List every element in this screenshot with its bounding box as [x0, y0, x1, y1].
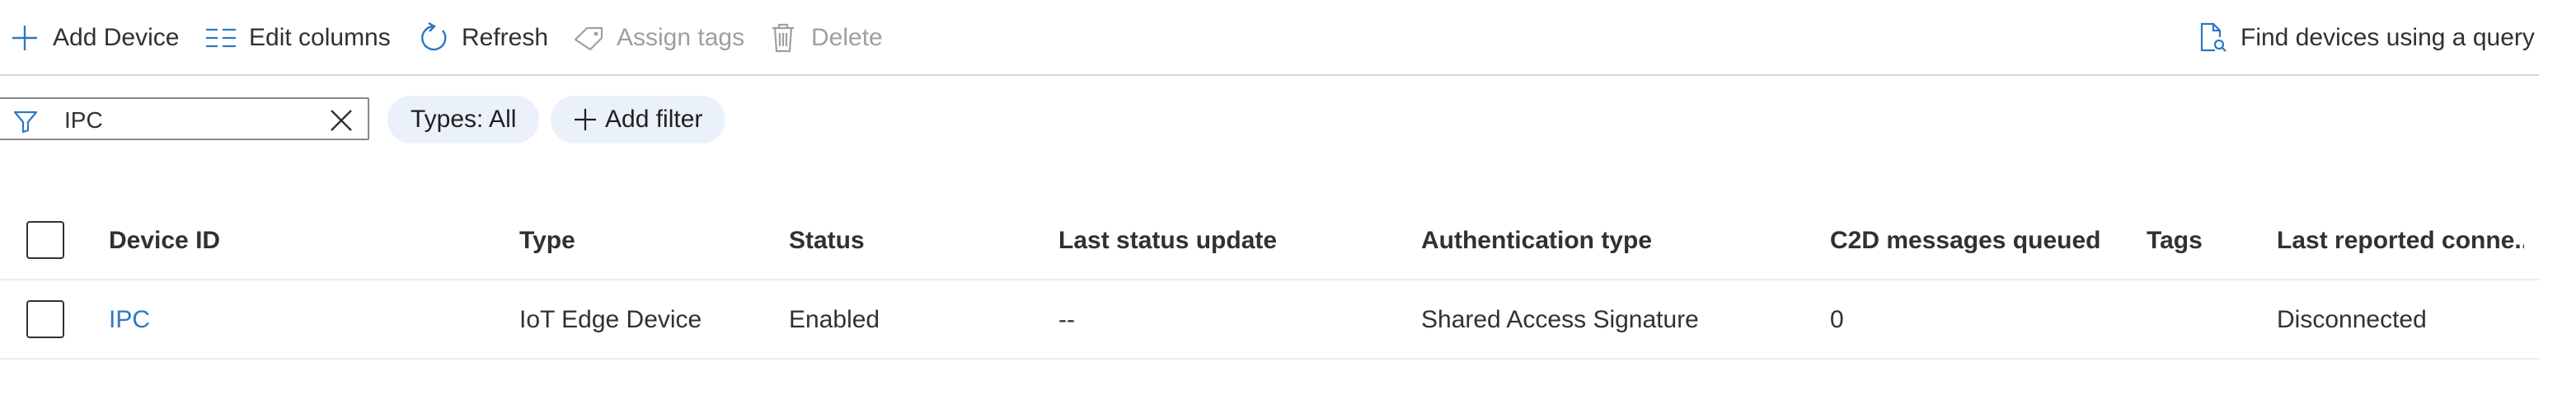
select-all-checkbox[interactable] — [26, 221, 64, 259]
refresh-label: Refresh — [462, 24, 549, 51]
delete-button[interactable]: Delete — [767, 18, 883, 58]
tag-icon — [572, 21, 605, 54]
column-header-device-id[interactable]: Device ID — [109, 201, 220, 280]
find-devices-label: Find devices using a query — [2241, 24, 2535, 51]
last-status-update: -- — [1058, 306, 1075, 333]
add-filter-button[interactable]: Add filter — [551, 96, 726, 144]
column-header-status[interactable]: Status — [789, 201, 865, 280]
assign-tags-label: Assign tags — [617, 24, 745, 51]
add-filter-label: Add filter — [605, 106, 703, 133]
devices-table: Device ID Type Status Last status update… — [0, 201, 2539, 360]
types-filter-label: Types: All — [411, 106, 517, 133]
table-row[interactable]: IPC IoT Edge Device Enabled -- Shared Ac… — [0, 280, 2539, 360]
edit-columns-button[interactable]: Edit columns — [204, 18, 391, 58]
plus-icon — [574, 108, 597, 131]
filter-value: IPC — [64, 107, 103, 133]
device-status: Enabled — [789, 306, 880, 333]
last-reported-connection: Disconnected — [2277, 306, 2427, 333]
refresh-button[interactable]: Refresh — [417, 18, 548, 58]
columns-icon — [204, 21, 237, 54]
plus-icon — [8, 21, 41, 54]
add-device-button[interactable]: Add Device — [8, 18, 179, 58]
delete-label: Delete — [811, 24, 883, 51]
column-header-type[interactable]: Type — [519, 201, 575, 280]
device-id-link[interactable]: IPC — [109, 280, 150, 360]
row-select-checkbox[interactable] — [26, 300, 64, 338]
document-search-icon — [2196, 21, 2229, 54]
trash-icon — [767, 21, 800, 54]
refresh-icon — [417, 21, 450, 54]
column-header-c2d-messages-queued[interactable]: C2D messages queued — [1830, 201, 2100, 280]
column-header-last-reported-connection[interactable]: Last reported conne... — [2277, 201, 2524, 280]
c2d-messages-queued: 0 — [1830, 306, 1844, 333]
assign-tags-button[interactable]: Assign tags — [572, 18, 744, 58]
types-filter-pill[interactable]: Types: All — [387, 96, 540, 144]
edit-columns-label: Edit columns — [249, 24, 391, 51]
table-header-row: Device ID Type Status Last status update… — [0, 201, 2539, 280]
column-header-tags[interactable]: Tags — [2147, 201, 2203, 280]
add-device-label: Add Device — [53, 24, 180, 51]
column-header-authentication-type[interactable]: Authentication type — [1421, 201, 1652, 280]
authentication-type: Shared Access Signature — [1421, 306, 1699, 333]
find-devices-query-button[interactable]: Find devices using a query — [2196, 18, 2535, 58]
device-type: IoT Edge Device — [519, 306, 702, 333]
device-filter-input[interactable]: IPC — [0, 97, 369, 140]
command-bar: Add Device Edit columns Refresh Assign t… — [0, 0, 2539, 76]
clear-filter-icon[interactable] — [330, 109, 353, 132]
column-header-last-status-update[interactable]: Last status update — [1058, 201, 1277, 280]
filter-icon — [13, 109, 38, 134]
